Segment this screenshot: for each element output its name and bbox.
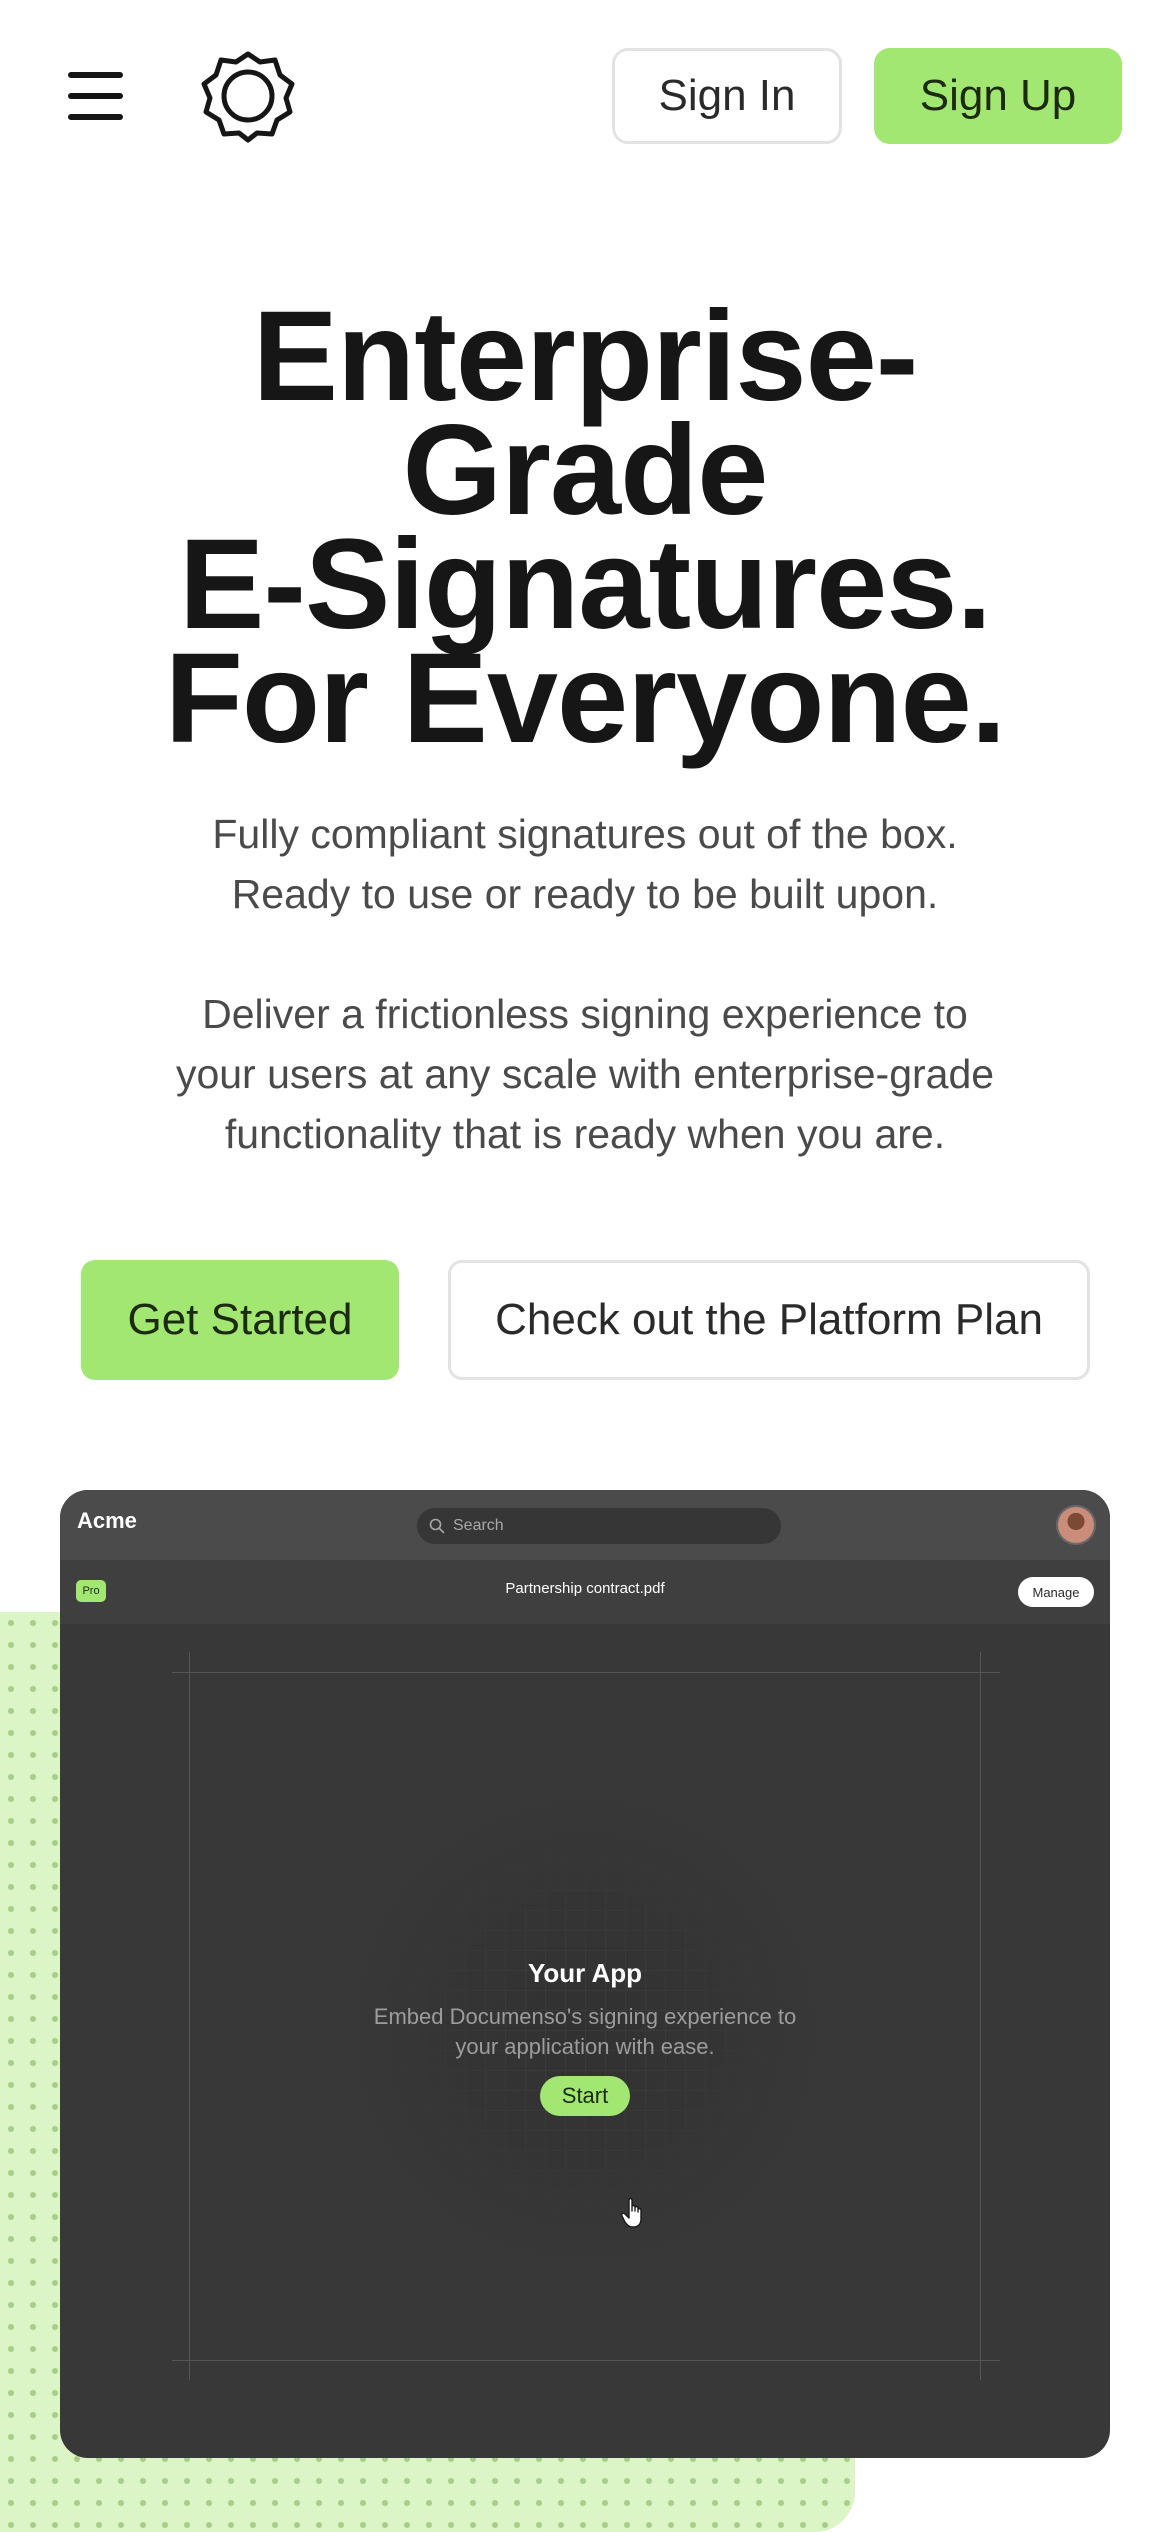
hero-title-line: For Everyone. <box>164 627 1007 770</box>
hero-subtitle: Fully compliant signatures out of the bo… <box>60 804 1110 924</box>
your-app-description: Embed Documenso's signing experience to … <box>315 2002 855 2062</box>
sign-up-button[interactable]: Sign Up <box>874 48 1122 144</box>
pro-badge: Pro <box>76 1580 106 1602</box>
your-app-description-line: your application with ease. <box>455 2034 715 2059</box>
guide-line <box>189 1652 190 2380</box>
hero-title-line: Enterprise- <box>252 285 919 428</box>
mockup-search-input[interactable]: Search <box>417 1508 781 1544</box>
hero-subtitle-line: Ready to use or ready to be built upon. <box>231 871 939 917</box>
platform-plan-button[interactable]: Check out the Platform Plan <box>448 1260 1090 1380</box>
mockup-topbar: Acme Search <box>60 1490 1110 1560</box>
sign-in-button[interactable]: Sign In <box>612 48 842 144</box>
hamburger-menu-icon[interactable] <box>64 70 128 122</box>
your-app-title: Your App <box>527 1958 643 1988</box>
search-icon <box>429 1518 445 1534</box>
your-app-description-line: Embed Documenso's signing experience to <box>373 2004 797 2029</box>
hero-description-line: functionality that is ready when you are… <box>224 1111 946 1157</box>
guide-line <box>172 2360 1000 2361</box>
hero-description-line: your users at any scale with enterprise-… <box>175 1051 995 1097</box>
guide-line <box>980 1652 981 2380</box>
site-header: Sign In Sign Up <box>0 0 1170 190</box>
hero-title: Enterprise- Grade E-Signatures. For Ever… <box>60 285 1110 770</box>
user-avatar[interactable] <box>1058 1507 1094 1543</box>
documenso-logo-icon[interactable] <box>200 48 296 144</box>
document-name: Partnership contract.pdf <box>505 1580 665 1597</box>
manage-button[interactable]: Manage <box>1018 1577 1094 1607</box>
guide-line <box>172 1672 1000 1673</box>
hero-title-line: Grade <box>402 399 769 542</box>
hand-pointer-icon <box>621 2197 642 2228</box>
mockup-document-bar: Pro Partnership contract.pdf Manage <box>60 1560 1110 1624</box>
app-mockup: Acme Search Pro Partnership contract.pdf… <box>60 1490 1110 2458</box>
hero-description: Deliver a frictionless signing experienc… <box>60 984 1110 1164</box>
mockup-brand: Acme <box>77 1508 137 1533</box>
get-started-button[interactable]: Get Started <box>81 1260 399 1380</box>
start-button[interactable]: Start <box>540 2076 630 2116</box>
hero-title-line: E-Signatures. <box>178 513 992 656</box>
hero-subtitle-line: Fully compliant signatures out of the bo… <box>212 811 958 857</box>
search-placeholder: Search <box>453 1517 504 1534</box>
hero-description-line: Deliver a frictionless signing experienc… <box>202 991 968 1037</box>
